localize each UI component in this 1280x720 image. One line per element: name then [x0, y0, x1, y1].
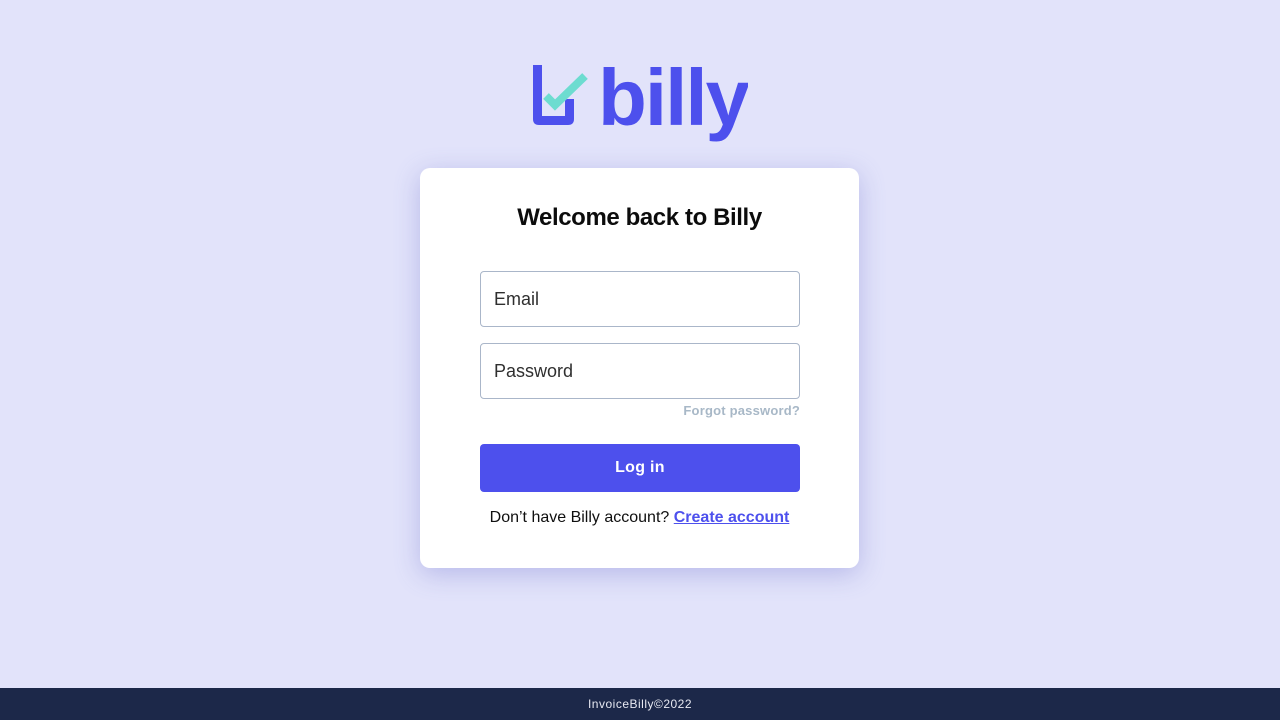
checkbox-check-icon [533, 65, 588, 125]
forgot-password-link[interactable]: Forgot password? [683, 403, 800, 418]
password-field[interactable] [480, 343, 800, 399]
login-card: Welcome back to Billy Forgot password? L… [420, 168, 859, 568]
email-field[interactable] [480, 271, 800, 327]
footer: InvoiceBilly©2022 [0, 688, 1280, 720]
billy-wordmark: billy [598, 62, 748, 142]
signup-prompt-row: Don’t have Billy account? Create account [420, 509, 859, 527]
login-button[interactable]: Log in [480, 444, 800, 492]
signup-prompt-text: Don’t have Billy account? [489, 509, 670, 526]
footer-copyright: InvoiceBilly©2022 [587, 697, 693, 711]
billy-logo: billy [532, 62, 748, 142]
login-title: Welcome back to Billy [517, 204, 762, 231]
billy-logo-graphic: billy [533, 62, 748, 142]
create-account-link[interactable]: Create account [674, 509, 790, 526]
